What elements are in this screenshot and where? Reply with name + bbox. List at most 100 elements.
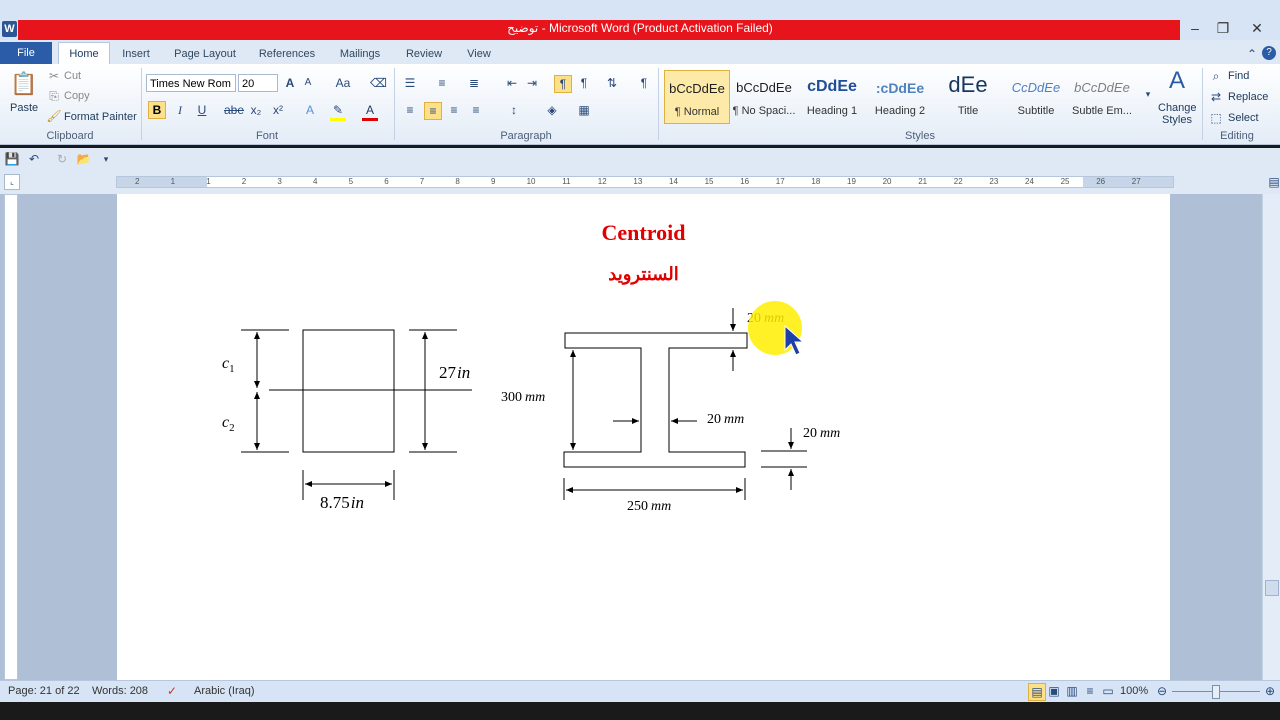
ruler-number: 3	[277, 177, 282, 186]
open-icon[interactable]: 📂	[76, 151, 92, 167]
text-effects-icon[interactable]: A	[302, 102, 318, 118]
view-ruler-icon[interactable]: ▤	[1266, 174, 1280, 190]
select-button[interactable]: Select	[1228, 112, 1259, 124]
show-formatting-icon[interactable]: ¶	[636, 75, 652, 91]
zoom-out-icon[interactable]: ⊖	[1154, 683, 1170, 699]
close-button[interactable]: ✕	[1242, 18, 1272, 38]
tab-references[interactable]: References	[254, 44, 320, 64]
highlight-icon[interactable]: ✎	[330, 102, 346, 121]
undo-icon[interactable]: ↶	[26, 151, 42, 167]
tab-home[interactable]: Home	[58, 42, 110, 65]
screen-border	[0, 702, 1280, 720]
ruler-number: 24	[1025, 177, 1034, 186]
paste-icon[interactable]: 📋	[10, 70, 38, 98]
language-indicator[interactable]: Arabic (Iraq)	[194, 685, 255, 697]
tab-file[interactable]: File	[0, 42, 52, 64]
bottom-flange-value: 20	[803, 426, 817, 441]
paste-button[interactable]: Paste	[10, 102, 38, 114]
zoom-in-icon[interactable]: ⊕	[1262, 683, 1278, 699]
ltr-direction-icon[interactable]: ¶	[554, 75, 572, 93]
find-button[interactable]: Find	[1228, 70, 1249, 82]
style-heading-2[interactable]: :cDdEe Heading 2	[868, 70, 932, 122]
decrease-indent-icon[interactable]: ⇤	[504, 75, 520, 91]
rtl-direction-icon[interactable]: ¶	[576, 75, 592, 91]
vertical-scrollbar[interactable]	[1262, 194, 1280, 680]
change-styles-button[interactable]: Change Styles	[1158, 102, 1197, 126]
grow-font-icon[interactable]: A	[282, 75, 298, 91]
underline-button[interactable]: U	[194, 102, 210, 118]
customize-qat-icon[interactable]: ▾	[98, 151, 114, 167]
restore-button[interactable]: ❐	[1208, 18, 1238, 38]
help-icon[interactable]: ?	[1262, 46, 1276, 60]
save-icon[interactable]: 💾	[4, 151, 20, 167]
title-bar: W توضيح - Microsoft Word (Product Activa…	[0, 0, 1280, 40]
shading-icon[interactable]: ◈	[544, 102, 560, 118]
multilevel-list-icon[interactable]: ≣	[466, 75, 482, 91]
styles-more-icon[interactable]: ▾	[1140, 86, 1156, 102]
ribbon-collapse-icon[interactable]: ⌃	[1244, 46, 1260, 62]
font-size-combo[interactable]: 20	[238, 74, 278, 92]
align-left-icon[interactable]: ≡	[402, 102, 418, 118]
bullets-icon[interactable]: ☰	[402, 75, 418, 91]
italic-button[interactable]: I	[172, 102, 188, 118]
style-subtitle[interactable]: CcDdEe Subtitle	[1004, 70, 1068, 122]
tab-page-layout[interactable]: Page Layout	[168, 44, 242, 64]
replace-button[interactable]: Replace	[1228, 91, 1268, 103]
proofing-icon[interactable]: ✓	[164, 683, 180, 699]
borders-icon[interactable]: ▦	[576, 102, 592, 118]
ruler-number: 19	[847, 177, 856, 186]
horizontal-ruler[interactable]: 2 1 1 2 3 4 5 6 7 8 9 10 11 12 13 14 15 16 17 18 19 20 21 22 23 2…	[116, 176, 1174, 188]
ruler-number: 1	[170, 177, 176, 186]
redo-icon[interactable]: ↻	[54, 151, 70, 167]
shrink-font-icon[interactable]: A	[300, 75, 316, 91]
web-layout-icon[interactable]: ▥	[1064, 683, 1080, 699]
line-spacing-icon[interactable]: ↕	[506, 102, 522, 118]
font-color-button[interactable]: A	[362, 102, 378, 121]
numbering-icon[interactable]: ≡	[434, 75, 450, 91]
style-normal[interactable]: bCcDdEe ¶ Normal	[664, 70, 730, 124]
justify-icon[interactable]: ≡	[468, 102, 484, 118]
word-count[interactable]: Words: 208	[92, 685, 148, 697]
style-no-spacing[interactable]: bCcDdEe ¶ No Spaci...	[732, 70, 796, 122]
sort-icon[interactable]: ⇅	[604, 75, 620, 91]
tab-view[interactable]: View	[460, 44, 498, 64]
minimize-button[interactable]: –	[1180, 18, 1210, 38]
style-title[interactable]: dEe Title	[936, 70, 1000, 122]
zoom-slider-thumb[interactable]	[1212, 685, 1220, 699]
cut-button[interactable]: Cut	[64, 70, 81, 82]
beam-width-unit: mm	[651, 499, 671, 514]
align-right-icon[interactable]: ≡	[446, 102, 462, 118]
format-painter-button[interactable]: Format Painter	[64, 111, 137, 123]
subscript-button[interactable]: x₂	[248, 102, 264, 118]
scrollbar-thumb[interactable]	[1265, 580, 1279, 596]
ruler-number: 26	[1096, 177, 1106, 186]
page-count[interactable]: Page: 21 of 22	[8, 685, 80, 697]
tab-selector-icon[interactable]: ⌞	[4, 174, 20, 190]
style-name: Title	[957, 105, 979, 117]
window-title: توضيح - Microsoft Word (Product Activati…	[507, 21, 773, 35]
copy-button[interactable]: Copy	[64, 90, 90, 102]
zoom-level[interactable]: 100%	[1120, 685, 1148, 697]
print-layout-icon[interactable]: ▤	[1028, 683, 1046, 701]
document-area: Centroid السنترويد c1 c2 27in 8.75in 300…	[0, 194, 1280, 680]
style-subtle-emphasis[interactable]: bCcDdEe Subtle Em...	[1070, 70, 1134, 122]
draft-icon[interactable]: ▭	[1100, 683, 1116, 699]
style-heading-1[interactable]: cDdEe Heading 1	[800, 70, 864, 122]
tab-review[interactable]: Review	[400, 44, 448, 64]
superscript-button[interactable]: x²	[270, 102, 286, 118]
tab-mailings[interactable]: Mailings	[332, 44, 388, 64]
clear-formatting-icon[interactable]: ⌫	[370, 75, 387, 91]
tab-insert[interactable]: Insert	[116, 44, 156, 64]
strikethrough-button[interactable]: abe	[224, 102, 244, 118]
change-case-icon[interactable]: Aa	[332, 75, 354, 91]
align-center-icon[interactable]: ≡	[424, 102, 442, 120]
full-screen-icon[interactable]: ▣	[1046, 683, 1062, 699]
outline-icon[interactable]: ≡	[1082, 683, 1098, 699]
beam-width-label: 250 mm	[627, 499, 671, 514]
bold-button[interactable]: B	[148, 101, 166, 119]
document-page[interactable]: Centroid السنترويد c1 c2 27in 8.75in 300…	[117, 194, 1170, 680]
increase-indent-icon[interactable]: ⇥	[524, 75, 540, 91]
ruler-number: 9	[491, 177, 496, 186]
vertical-ruler[interactable]	[4, 194, 18, 680]
font-name-combo[interactable]: Times New Rom	[146, 74, 236, 92]
